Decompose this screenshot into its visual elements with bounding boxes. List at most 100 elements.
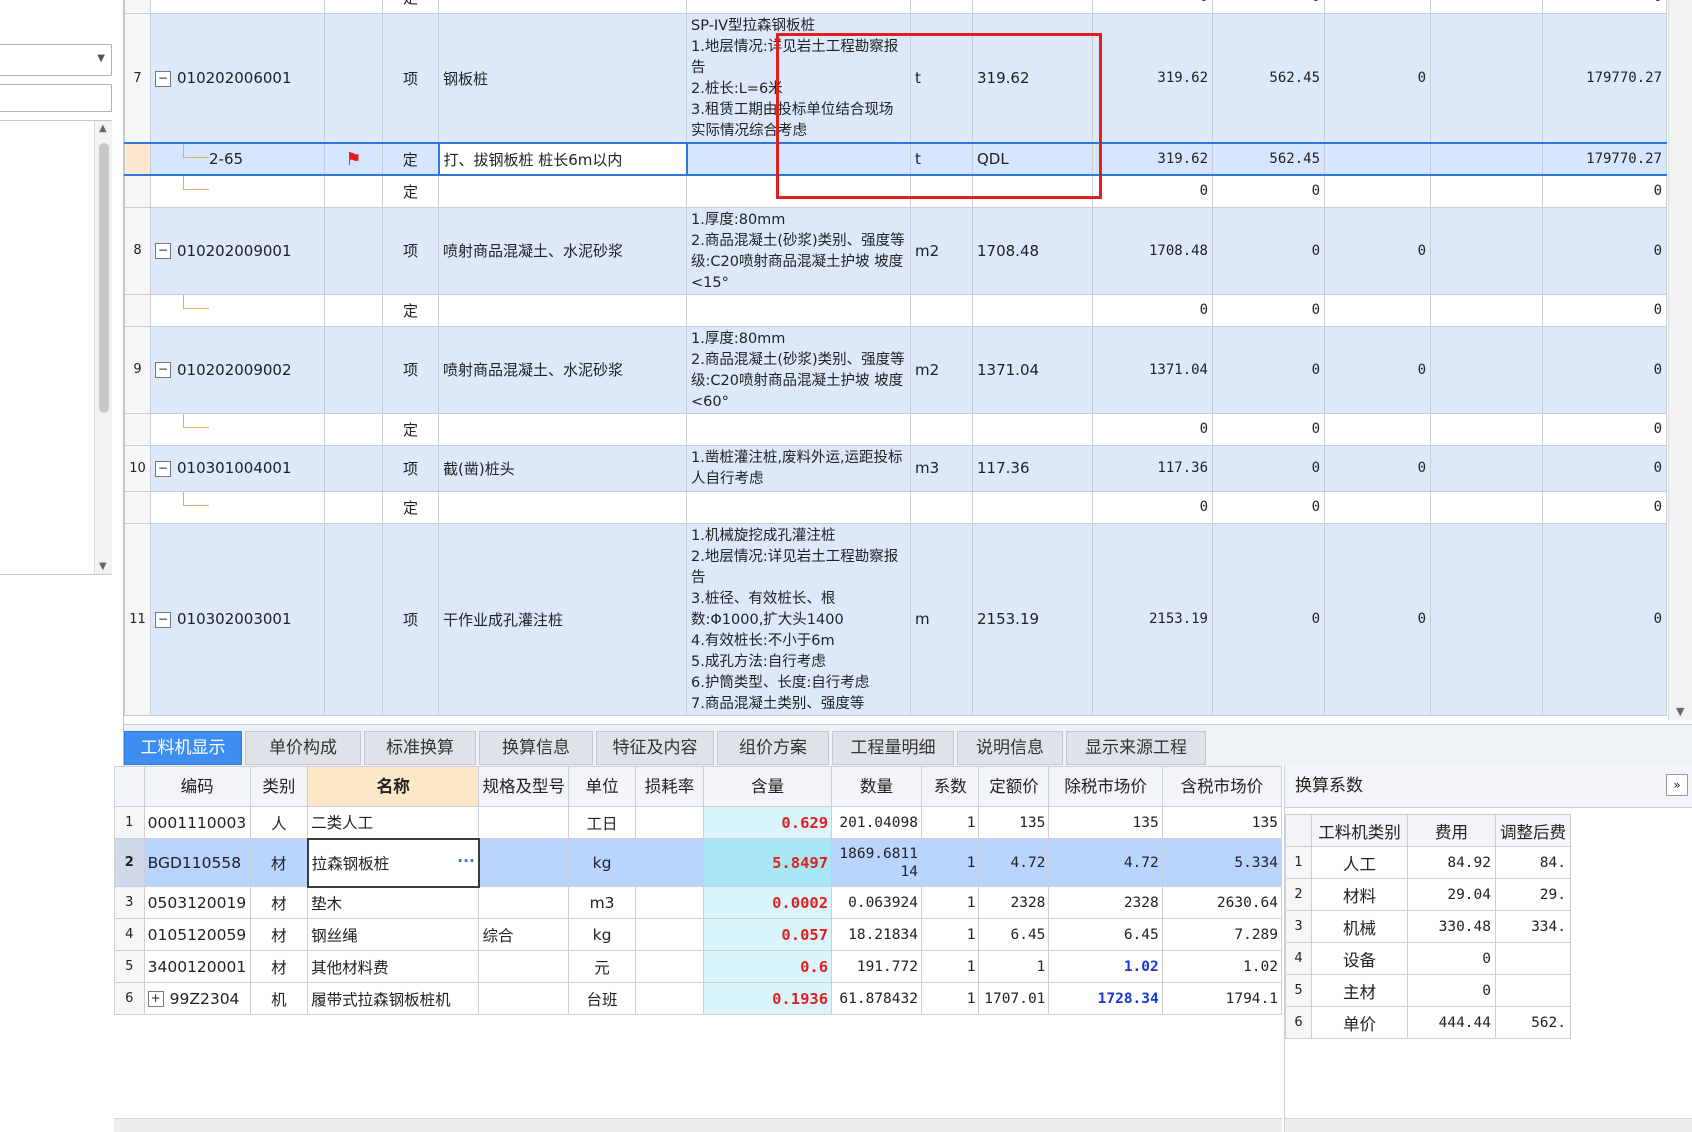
unit-cell[interactable]: 工日 <box>567 806 637 839</box>
adjusted-fee-cell[interactable]: 84. <box>1495 846 1571 879</box>
column-header[interactable]: 编码 <box>143 766 251 807</box>
unit-price-cell[interactable]: 0 <box>1212 444 1325 492</box>
bill-row[interactable]: 11−010302003001 项干作业成孔灌注桩 1.机械旋挖成孔灌注桩 2.地层情… <box>124 522 1667 716</box>
category-cell[interactable]: 材 <box>249 950 309 983</box>
column-header[interactable] <box>1285 814 1312 847</box>
fee-cell[interactable]: 330.48 <box>1407 910 1496 943</box>
price-cell[interactable] <box>1324 293 1431 327</box>
amount-cell[interactable]: 61.878432 <box>831 982 922 1015</box>
total-cell[interactable]: 0 <box>1542 174 1667 208</box>
column-header[interactable]: 单位 <box>567 766 637 807</box>
unit-price-cell[interactable]: 0 <box>1212 0 1325 14</box>
scroll-thumb[interactable] <box>99 143 109 413</box>
base-price-cell[interactable]: 6.45 <box>978 918 1050 951</box>
code-cell[interactable] <box>150 412 325 446</box>
quantity-cell[interactable]: 319.62 <box>1092 142 1213 176</box>
code-cell[interactable]: −010302003001 <box>150 522 325 716</box>
spec-cell[interactable]: 综合 <box>478 918 569 951</box>
category-cell[interactable]: 材 <box>249 886 309 919</box>
category-cell[interactable]: 项 <box>382 522 439 716</box>
price-cell[interactable] <box>1324 142 1431 176</box>
qty-expr-cell[interactable] <box>972 293 1093 327</box>
amount-cell[interactable]: 0.063924 <box>831 886 922 919</box>
collapse-icon[interactable]: − <box>155 611 171 628</box>
column-header[interactable]: 数量 <box>831 766 922 807</box>
fee-cell[interactable]: 29.04 <box>1407 878 1496 911</box>
column-header[interactable]: 除税市场价 <box>1048 766 1163 807</box>
filter-input[interactable] <box>0 84 112 112</box>
code-cell[interactable]: 0105120059 <box>143 918 251 951</box>
market-price-cell[interactable]: 1.02 <box>1048 950 1163 983</box>
market-tax-price-cell[interactable]: 7.289 <box>1161 918 1282 951</box>
price-cell[interactable] <box>1324 490 1431 524</box>
unit-cell[interactable]: m2 <box>910 325 973 414</box>
market-price-cell[interactable]: 2328 <box>1048 886 1163 919</box>
total-cell[interactable]: 0 <box>1542 490 1667 524</box>
code-cell[interactable]: 0503120019 <box>143 886 251 919</box>
qty-expr-cell[interactable]: 117.36 <box>972 444 1093 492</box>
content-cell[interactable]: 0.629 <box>702 806 833 839</box>
unit-cell[interactable] <box>910 0 973 14</box>
bill-row[interactable]: 定000 <box>124 490 1667 524</box>
unit-cell[interactable] <box>910 490 973 524</box>
column-header[interactable]: 含量 <box>702 766 833 807</box>
market-tax-price-cell[interactable]: 1794.1 <box>1161 982 1282 1015</box>
total-cell[interactable]: 0 <box>1542 293 1667 327</box>
code-cell[interactable] <box>150 0 325 14</box>
category-cell[interactable]: 机 <box>249 982 309 1015</box>
adjusted-fee-cell[interactable]: 29. <box>1495 878 1571 911</box>
unit-price-cell[interactable]: 0 <box>1212 174 1325 208</box>
price-cell[interactable]: 0 <box>1324 444 1431 492</box>
material-hscrollbar[interactable] <box>114 1118 1282 1132</box>
coef-row[interactable]: 6 单价 444.44 562. <box>1285 1006 1571 1039</box>
name-cell[interactable]: 钢丝绳 <box>307 918 480 951</box>
quantity-cell[interactable]: 2153.19 <box>1092 522 1213 716</box>
collapse-icon[interactable]: − <box>155 243 171 259</box>
amount-cell[interactable]: 1869.6811 14 <box>831 838 922 887</box>
tab-7[interactable]: 说明信息 <box>957 731 1063 765</box>
amount-cell[interactable]: 191.772 <box>831 950 922 983</box>
market-tax-price-cell[interactable]: 5.334 <box>1161 838 1282 887</box>
category-cell[interactable]: 定 <box>382 142 439 176</box>
code-cell[interactable]: 0001110003 <box>143 806 251 839</box>
total-cell[interactable]: 179770.27 <box>1542 13 1667 144</box>
coef-cell[interactable]: 1 <box>920 982 980 1015</box>
market-price-cell[interactable]: 6.45 <box>1048 918 1163 951</box>
scroll-down-icon[interactable]: ▼ <box>99 561 107 572</box>
quantity-cell[interactable]: 0 <box>1092 412 1213 446</box>
loss-cell[interactable] <box>635 982 704 1015</box>
main-scrollbar[interactable]: ▼ <box>1668 0 1692 720</box>
column-header[interactable]: 名称 <box>307 766 480 807</box>
market-price-cell[interactable]: 135 <box>1048 806 1163 839</box>
feature-cell[interactable] <box>686 142 911 176</box>
content-cell[interactable]: 0.1936 <box>702 982 833 1015</box>
coef-row[interactable]: 2 材料 29.04 29. <box>1285 878 1571 911</box>
name-cell[interactable]: 打、拔钢板桩 桩长6m以内 <box>437 142 688 176</box>
code-cell[interactable]: −010301004001 <box>150 444 325 492</box>
quantity-cell[interactable]: 1371.04 <box>1092 325 1213 414</box>
price-cell[interactable] <box>1324 412 1431 446</box>
adjusted-fee-cell[interactable]: 334. <box>1495 910 1571 943</box>
amount-cell[interactable]: 18.21834 <box>831 918 922 951</box>
unit-cell[interactable]: 台班 <box>567 982 637 1015</box>
name-cell[interactable]: 喷射商品混凝土、水泥砂浆 <box>438 206 687 295</box>
feature-cell[interactable]: 虑不调整。 <box>686 0 911 14</box>
quantity-cell[interactable]: 0 <box>1092 293 1213 327</box>
qty-expr-cell[interactable]: QDL <box>972 142 1093 176</box>
expand-icon[interactable]: + <box>147 991 164 1007</box>
coef-row[interactable]: 5 主材 0 <box>1285 974 1571 1007</box>
material-row[interactable]: 2 BGD110558 材拉森钢板桩 ··· kg 5.8497 1869.6811 14 1 4… <box>114 837 1282 888</box>
market-tax-price-cell[interactable]: 1.02 <box>1161 950 1282 983</box>
loss-cell[interactable] <box>635 918 704 951</box>
column-header[interactable]: 费用 <box>1407 814 1496 847</box>
code-cell[interactable]: −010202009002 <box>150 325 325 414</box>
feature-cell[interactable]: SP-IV型拉森钢板桩 1.地层情况:详见岩土工程勘察报告 2.桩长:L=6米 3.租… <box>686 13 911 144</box>
tab-2[interactable]: 标准换算 <box>364 731 476 765</box>
adjusted-fee-cell[interactable] <box>1495 942 1571 975</box>
unit-price-cell[interactable]: 0 <box>1212 206 1325 295</box>
price-cell[interactable] <box>1324 174 1431 208</box>
qty-expr-cell[interactable]: 1371.04 <box>972 325 1093 414</box>
collapse-icon[interactable]: − <box>155 460 171 477</box>
price-cell[interactable]: 0 <box>1324 13 1431 144</box>
collapse-icon[interactable]: − <box>155 70 171 87</box>
